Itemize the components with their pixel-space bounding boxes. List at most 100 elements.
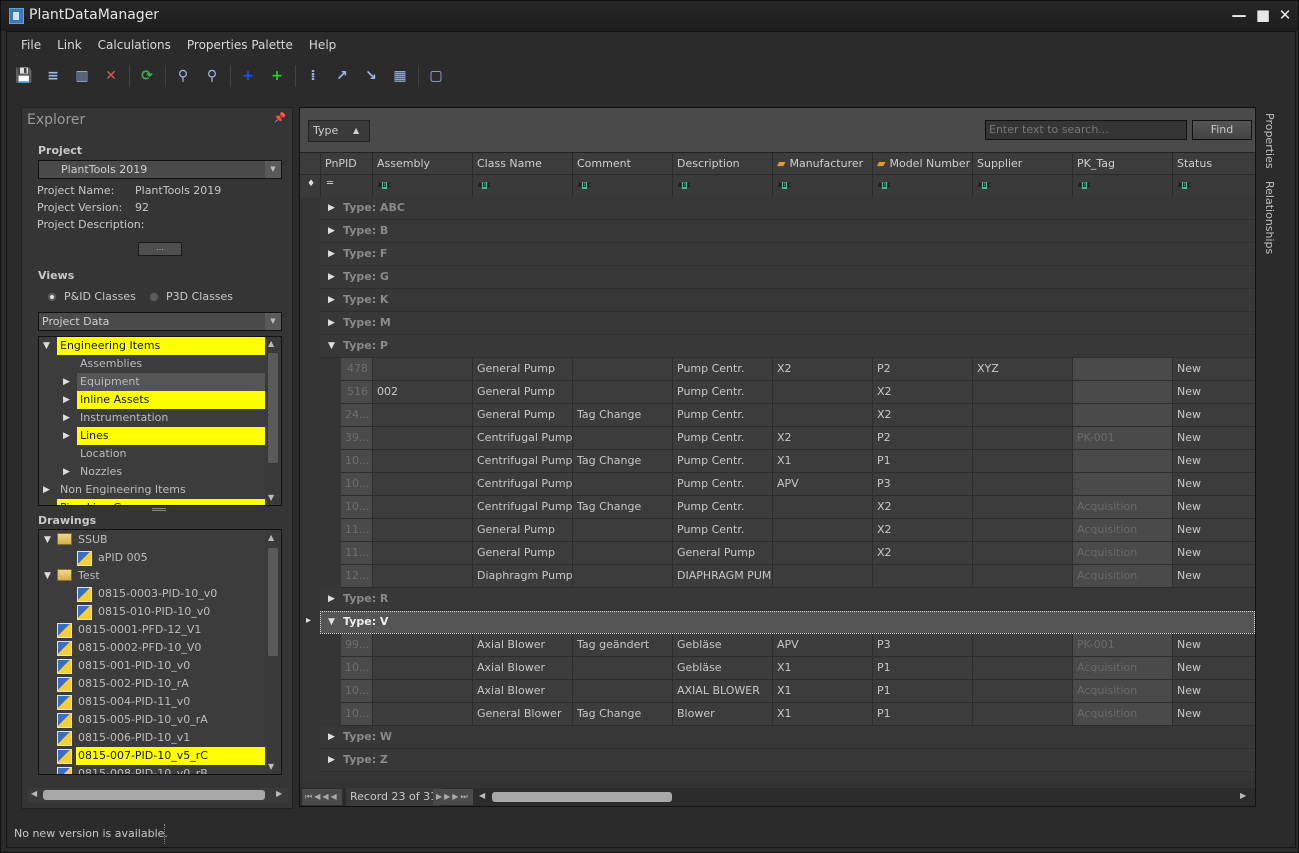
cell-description[interactable]: Pump Centr. (672, 381, 772, 403)
cell-manufacturer[interactable] (772, 496, 872, 518)
close-document-button[interactable]: ▢ (425, 65, 447, 87)
cell-pnpid[interactable]: 12... (341, 565, 372, 587)
cell-assembly[interactable] (372, 358, 472, 380)
scroll-up-icon[interactable]: ▲ (268, 339, 274, 348)
table-row[interactable]: 39... Centrifugal Pump Pump Centr. X2 P2 PK-0… (341, 427, 1255, 450)
scroll-left-icon[interactable]: ◀ (479, 791, 485, 800)
cell-class-name[interactable]: Centrifugal Pump (472, 427, 572, 449)
cell-supplier[interactable] (972, 519, 1072, 541)
column-header-assembly[interactable]: Assembly (372, 153, 472, 175)
group-row[interactable]: ▶ Type: W (320, 726, 1255, 749)
cell-pk-tag[interactable]: Acquisition (1072, 565, 1172, 587)
nav-first-prev-buttons[interactable]: ⏮◀◀◀ (302, 789, 342, 805)
cell-status[interactable]: New (1172, 496, 1255, 518)
cell-comment[interactable] (572, 657, 672, 679)
cell-class-name[interactable]: Diaphragm Pump (472, 565, 572, 587)
cell-description[interactable]: Pump Centr. (672, 358, 772, 380)
cell-assembly[interactable] (372, 450, 472, 472)
cell-model-number[interactable]: X2 (872, 542, 972, 564)
cell-supplier[interactable] (972, 381, 1072, 403)
cell-pk-tag[interactable] (1072, 450, 1172, 472)
drawing-tree-item[interactable]: 0815-002-PID-10_rA (76, 675, 265, 693)
column-header-manufacturer[interactable]: ▰ Manufacturer (772, 153, 872, 175)
collapse-icon[interactable]: ▼ (44, 531, 51, 549)
table-columns-button[interactable]: ▥ (71, 65, 93, 87)
cell-status[interactable]: New (1172, 703, 1255, 725)
expand-icon[interactable]: ▶ (328, 749, 335, 771)
cell-comment[interactable] (572, 542, 672, 564)
cell-model-number[interactable] (872, 565, 972, 587)
class-tree-item[interactable]: Assemblies (77, 355, 265, 373)
expand-icon[interactable]: ▶ (328, 197, 335, 219)
cell-status[interactable]: New (1172, 427, 1255, 449)
cell-supplier[interactable] (972, 657, 1072, 679)
column-header-comment[interactable]: Comment (572, 153, 672, 175)
cell-pnpid[interactable]: 99... (341, 634, 372, 656)
scroll-up-icon[interactable]: ▲ (268, 533, 274, 542)
cell-pk-tag[interactable] (1072, 473, 1172, 495)
cell-class-name[interactable]: Centrifugal Pump (472, 450, 572, 472)
cell-manufacturer[interactable]: X1 (772, 680, 872, 702)
cell-manufacturer[interactable]: X1 (772, 703, 872, 725)
table-row[interactable]: 12... Diaphragm Pump DIAPHRAGM PUMP Acquisi… (341, 565, 1255, 588)
tab-relationships[interactable]: Relationships (1263, 181, 1276, 254)
cell-description[interactable]: Gebläse (672, 634, 772, 656)
find-replace-button[interactable]: ⚲ (201, 65, 223, 87)
menu-calculations[interactable]: Calculations (90, 37, 179, 55)
cell-assembly[interactable] (372, 542, 472, 564)
table-row[interactable]: 10... Axial Blower AXIAL BLOWER X1 P1 Acquisi… (341, 680, 1255, 703)
cell-status[interactable]: New (1172, 680, 1255, 702)
cell-description[interactable]: Pump Centr. (672, 404, 772, 426)
cell-class-name[interactable]: General Pump (472, 404, 572, 426)
expand-icon[interactable]: ▶ (328, 726, 335, 748)
cell-status[interactable]: New (1172, 404, 1255, 426)
cell-assembly[interactable] (372, 519, 472, 541)
cell-pk-tag[interactable] (1072, 358, 1172, 380)
cell-model-number[interactable]: P3 (872, 473, 972, 495)
cell-supplier[interactable]: XYZ (972, 358, 1072, 380)
cell-supplier[interactable] (972, 565, 1072, 587)
drawing-tree-item[interactable]: 0815-0001-PFD-12_V1 (76, 621, 265, 639)
cell-description[interactable]: Gebläse (672, 657, 772, 679)
cell-pnpid[interactable]: 39... (341, 427, 372, 449)
cell-manufacturer[interactable]: X2 (772, 358, 872, 380)
cell-model-number[interactable]: X2 (872, 496, 972, 518)
cell-manufacturer[interactable]: X1 (772, 450, 872, 472)
collapse-icon[interactable]: ▼ (328, 611, 335, 633)
expand-icon[interactable]: ▶ (63, 391, 70, 409)
filter-cell[interactable]: ABC (572, 175, 672, 197)
cell-supplier[interactable] (972, 427, 1072, 449)
cell-supplier[interactable] (972, 703, 1072, 725)
expand-icon[interactable]: ▶ (63, 373, 70, 391)
cell-manufacturer[interactable]: APV (772, 634, 872, 656)
save-button[interactable]: 💾 (13, 65, 35, 87)
cell-comment[interactable]: Tag Change (572, 404, 672, 426)
cell-description[interactable]: AXIAL BLOWER (672, 680, 772, 702)
cell-class-name[interactable]: General Pump (472, 519, 572, 541)
filter-cell[interactable]: ABC (472, 175, 572, 197)
cell-pnpid[interactable]: 10... (341, 496, 372, 518)
cell-manufacturer[interactable]: X1 (772, 657, 872, 679)
view-layout-button[interactable]: ▦ (389, 65, 411, 87)
cell-model-number[interactable]: X2 (872, 381, 972, 403)
column-header-pk-tag[interactable]: PK_Tag (1072, 153, 1172, 175)
scroll-left-icon[interactable]: ◀ (31, 789, 37, 798)
cell-pnpid[interactable]: 516 (341, 381, 372, 403)
expand-icon[interactable]: ▶ (328, 266, 335, 288)
collapse-icon[interactable]: ▼ (44, 567, 51, 585)
drawing-tree-item[interactable]: 0815-0002-PFD-10_V0 (76, 639, 265, 657)
cell-comment[interactable]: Tag Change (572, 450, 672, 472)
column-header-supplier[interactable]: Supplier (972, 153, 1072, 175)
cell-supplier[interactable] (972, 496, 1072, 518)
class-tree-item[interactable]: Engineering Items (57, 337, 265, 355)
cell-description[interactable]: General Pump (672, 542, 772, 564)
cell-pk-tag[interactable] (1072, 404, 1172, 426)
cell-pk-tag[interactable]: PK-001 (1072, 427, 1172, 449)
cell-pk-tag[interactable]: Acquisition (1072, 680, 1172, 702)
drawing-tree-item[interactable]: 0815-006-PID-10_v1 (76, 729, 265, 747)
table-row[interactable]: 10... Axial Blower Gebläse X1 P1 Acquisition N… (341, 657, 1255, 680)
filter-cell[interactable]: ABC (772, 175, 872, 197)
filter-cell[interactable]: ABC (1172, 175, 1255, 197)
cell-class-name[interactable]: Axial Blower (472, 634, 572, 656)
cell-pk-tag[interactable]: Acquisition (1072, 657, 1172, 679)
